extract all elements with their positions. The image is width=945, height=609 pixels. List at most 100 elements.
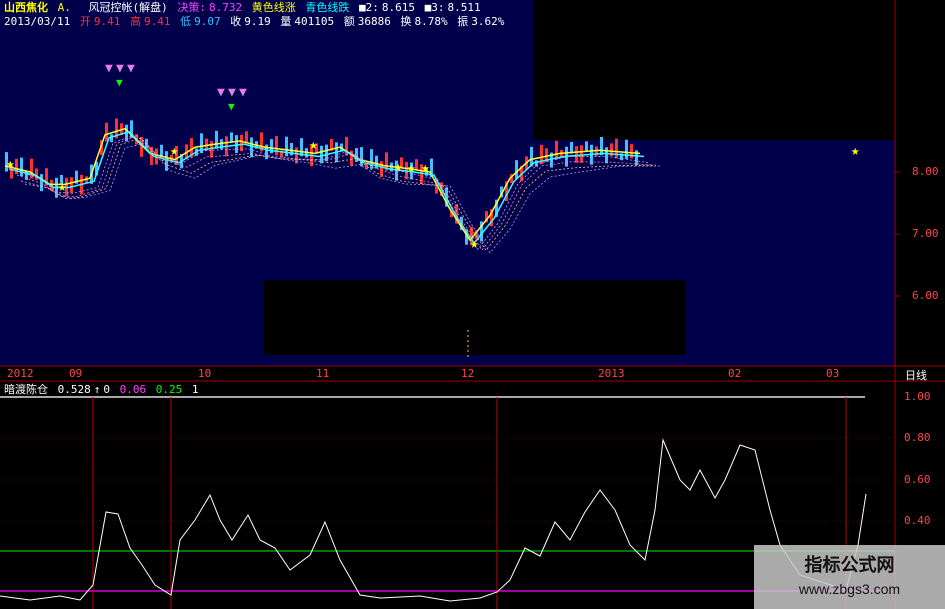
candle: [275, 136, 278, 156]
candle: [40, 174, 43, 192]
decision-label: 决策:: [177, 1, 206, 14]
sell-arrow-icon: ▼: [217, 85, 225, 100]
m2-value: 8.615: [381, 1, 415, 14]
candle: [555, 140, 558, 160]
low-value: 9.07: [194, 15, 221, 28]
quote-date: 2013/03/11: [4, 15, 71, 28]
candle: [580, 145, 583, 163]
sell-arrow-icon: ▼: [239, 85, 247, 100]
candle: [515, 160, 518, 179]
watermark: 指标公式网 www.zbgs3.com: [754, 545, 945, 609]
indicator-v3: 0.06: [119, 383, 147, 396]
price-tick-label: 8.00: [912, 165, 939, 178]
yellow-line-text: 黄色线涨: [251, 1, 296, 14]
time-tick-label: 2013: [598, 367, 625, 380]
green-arrow-icon: ▼: [116, 76, 123, 89]
star-signal-icon: ★: [851, 143, 860, 159]
star-signal-icon: ★: [170, 143, 179, 159]
time-tick-label: 11: [316, 367, 330, 380]
candle: [235, 135, 238, 154]
watermark-title: 指标公式网: [804, 555, 895, 576]
header-row-1: 山西焦化 A. 风冠控帐(解盘) 决策: 8.732 黄色线涨 青色线跌 ■2: 8…: [4, 1, 484, 14]
star-signal-icon: ★: [407, 160, 416, 176]
indicator-tick-label: 0.60: [904, 473, 931, 486]
low-label: 低: [180, 15, 192, 28]
m2-label: ■2:: [359, 1, 379, 14]
candle: [415, 159, 418, 171]
indicator-tick-label: 0.40: [904, 514, 931, 527]
candle: [210, 141, 213, 158]
candle: [585, 141, 588, 152]
market-code: A.: [57, 1, 71, 14]
indicator-v5: 1: [191, 383, 199, 396]
star-signal-icon: ★: [394, 159, 403, 175]
indicator-v4: 0.25: [155, 383, 183, 396]
candle: [105, 122, 108, 142]
period-selector[interactable]: 日线: [905, 367, 927, 383]
indicator-title: 风冠控帐(解盘): [88, 1, 168, 14]
m3-value: 8.511: [447, 1, 481, 14]
high-label: 高: [129, 15, 141, 28]
turnover-value: 8.78%: [414, 15, 448, 28]
star-signal-icon: ★: [58, 179, 67, 195]
candle: [70, 177, 73, 193]
decision-value: 8.732: [209, 1, 243, 14]
indicator-value: 0.528: [57, 383, 91, 396]
indicator-v2: 0: [103, 383, 110, 396]
star-signal-icon: ★: [6, 156, 15, 172]
time-tick-label: 02: [728, 367, 742, 380]
sell-arrow-icon: ▼: [105, 61, 113, 76]
stock-chart[interactable]: ★★★ ★★ ★ ★★★ ▼ ▼ ▼▼▼ ▼ ▼▼: [0, 0, 945, 609]
indicator-tick-label: 0.80: [904, 431, 931, 444]
volume-label: 量: [280, 15, 292, 28]
price-tick-label: 7.00: [912, 227, 939, 240]
cyan-line-text: 青色线跌: [305, 1, 350, 14]
indicator-tick-label: 1.00: [904, 390, 931, 403]
candle: [605, 147, 608, 164]
star-signal-icon: ★: [470, 236, 479, 252]
candle: [20, 157, 23, 177]
candle: [250, 137, 253, 158]
time-tick-label: 09: [69, 367, 83, 380]
price-tick-label: 6.00: [912, 289, 939, 302]
candle: [360, 147, 363, 167]
header-row-2: 2013/03/11 开 9.41 高 9.41 低 9.07 收 9.19 量 4011…: [4, 15, 507, 28]
indicator-up-arrow-icon: ↑: [93, 383, 101, 396]
time-tick-label: 10: [198, 367, 212, 380]
time-tick-label: 12: [461, 367, 475, 380]
turnover-label: 换: [400, 15, 412, 28]
watermark-url: www.zbgs3.com: [798, 581, 901, 597]
amount-value: 36886: [357, 15, 391, 28]
open-value: 9.41: [93, 15, 121, 28]
sell-arrow-icon: ▼: [116, 61, 124, 76]
indicator-grid: [0, 437, 895, 522]
star-signal-icon: ★: [309, 137, 318, 153]
time-tick-label: 03: [826, 367, 840, 380]
indicator-header: 暗渡陈仓 0.528 ↑ 0 0.06 0.25 1: [4, 383, 202, 396]
star-signal-icon: ★: [421, 160, 430, 176]
stock-name: 山西焦化: [4, 1, 48, 14]
green-arrow-icon: ▼: [228, 100, 235, 113]
candle: [615, 138, 618, 159]
amplitude-value: 3.62%: [471, 15, 505, 28]
candle: [215, 130, 218, 149]
m3-label: ■3:: [424, 1, 445, 14]
candle: [285, 136, 288, 157]
close-label: 收: [230, 15, 242, 28]
indicator-name: 暗渡陈仓: [4, 383, 48, 396]
candle: [325, 144, 328, 162]
candle: [600, 136, 603, 156]
volume-value: 401105: [294, 15, 335, 28]
candle: [575, 146, 578, 163]
time-tick-label: 2012: [7, 367, 34, 380]
amplitude-label: 振: [457, 15, 469, 28]
sell-arrow-icon: ▼: [127, 61, 135, 76]
amount-label: 额: [343, 15, 355, 28]
candle: [320, 145, 323, 164]
candle: [625, 139, 628, 159]
masked-region-top: [533, 0, 895, 140]
sell-arrow-icon: ▼: [228, 85, 236, 100]
candle: [230, 132, 233, 143]
masked-region: [263, 280, 685, 355]
close-value: 9.19: [244, 15, 271, 28]
